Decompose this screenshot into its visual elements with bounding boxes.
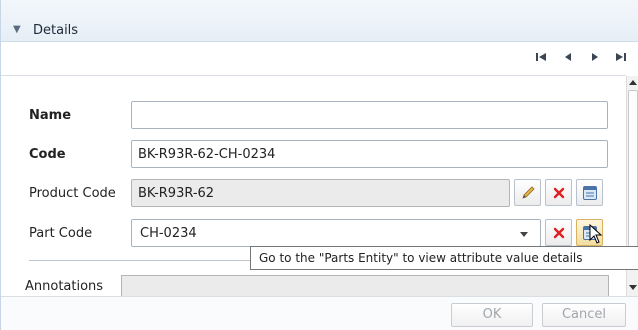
code-field[interactable] bbox=[131, 140, 608, 168]
first-record-icon[interactable] bbox=[531, 51, 551, 67]
section-separator bbox=[29, 260, 251, 261]
chevron-down-icon[interactable]: ▼ bbox=[13, 24, 21, 35]
previous-record-icon[interactable] bbox=[558, 51, 578, 67]
part-code-dropdown[interactable]: CH-0234 bbox=[131, 219, 541, 247]
cancel-button[interactable]: Cancel bbox=[542, 303, 626, 327]
part-code-value: CH-0234 bbox=[140, 226, 197, 241]
record-pager bbox=[1, 43, 638, 75]
product-code-field[interactable] bbox=[131, 179, 510, 207]
dialog-footer: OK Cancel bbox=[1, 296, 638, 330]
ok-button[interactable]: OK bbox=[451, 303, 533, 327]
annotations-field[interactable] bbox=[121, 275, 609, 297]
edit-product-code-button[interactable] bbox=[514, 179, 541, 206]
product-code-label: Product Code bbox=[29, 186, 116, 201]
name-label: Name bbox=[29, 108, 72, 123]
scroll-down-icon[interactable] bbox=[629, 285, 637, 290]
name-field[interactable] bbox=[131, 101, 608, 129]
cursor-icon bbox=[589, 223, 603, 247]
dropdown-arrow-icon[interactable] bbox=[520, 232, 528, 237]
section-header[interactable]: ▼ Details bbox=[1, 0, 638, 42]
scroll-thumb[interactable] bbox=[628, 90, 638, 250]
code-label: Code bbox=[29, 147, 66, 162]
section-title: Details bbox=[33, 23, 79, 38]
view-product-entity-button[interactable] bbox=[576, 179, 603, 206]
scroll-up-icon[interactable] bbox=[629, 80, 637, 85]
annotations-label: Annotations bbox=[25, 279, 104, 294]
details-panel: ▼ Details Name Code Product Code bbox=[0, 0, 638, 330]
next-record-icon[interactable] bbox=[585, 51, 605, 67]
clear-part-code-button[interactable] bbox=[545, 219, 572, 246]
tooltip: Go to the "Parts Entity" to view attribu… bbox=[250, 246, 638, 270]
clear-product-code-button[interactable] bbox=[545, 179, 572, 206]
divider bbox=[1, 75, 626, 76]
last-record-icon[interactable] bbox=[611, 51, 631, 67]
part-code-label: Part Code bbox=[29, 226, 93, 241]
